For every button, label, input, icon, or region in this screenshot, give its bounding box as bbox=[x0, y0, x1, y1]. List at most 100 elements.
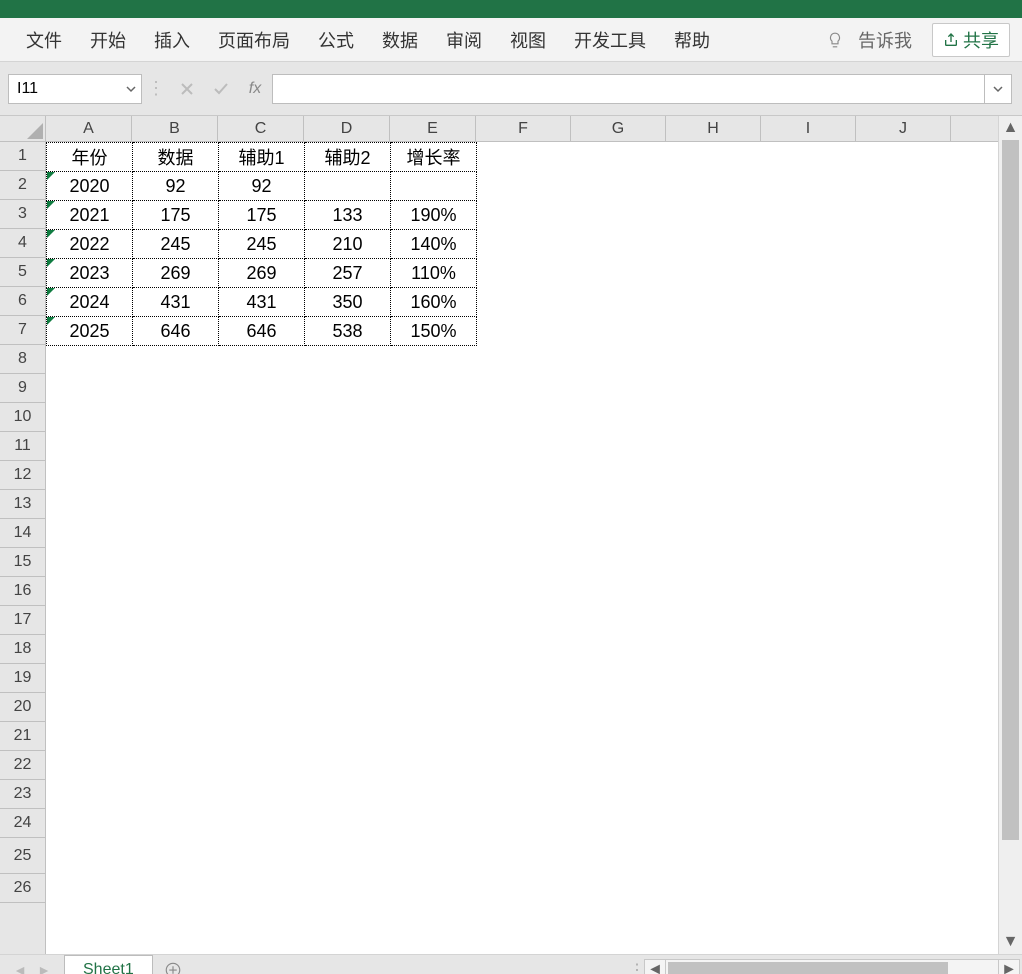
cell[interactable]: 增长率 bbox=[391, 143, 477, 172]
col-header-D[interactable]: D bbox=[304, 116, 390, 141]
cell[interactable]: 175 bbox=[219, 201, 305, 230]
tab-review[interactable]: 审阅 bbox=[432, 18, 496, 62]
cell[interactable]: 150% bbox=[391, 317, 477, 346]
cell[interactable] bbox=[391, 172, 477, 201]
col-header-A[interactable]: A bbox=[46, 116, 132, 141]
hscroll-track[interactable] bbox=[666, 959, 998, 974]
col-header-H[interactable]: H bbox=[666, 116, 761, 141]
col-header-J[interactable]: J bbox=[856, 116, 951, 141]
sheet-tab-active[interactable]: Sheet1 bbox=[64, 955, 153, 974]
scroll-up-button[interactable]: ▲ bbox=[999, 116, 1022, 140]
cell[interactable]: 2024 bbox=[47, 288, 133, 317]
row-header[interactable]: 22 bbox=[0, 751, 45, 780]
row-header[interactable]: 2 bbox=[0, 171, 45, 200]
accept-formula-button[interactable] bbox=[204, 74, 238, 104]
cell[interactable]: 269 bbox=[219, 259, 305, 288]
cell[interactable]: 2020 bbox=[47, 172, 133, 201]
col-header-E[interactable]: E bbox=[390, 116, 476, 141]
row-header[interactable]: 14 bbox=[0, 519, 45, 548]
cells[interactable]: 年份 数据 辅助1 辅助2 增长率 2020 92 92 2021 175 17… bbox=[46, 142, 998, 954]
cell[interactable]: 245 bbox=[219, 230, 305, 259]
vscroll-track[interactable] bbox=[999, 140, 1022, 930]
tab-view[interactable]: 视图 bbox=[496, 18, 560, 62]
fx-label[interactable]: fx bbox=[238, 80, 272, 98]
share-button[interactable]: 共享 bbox=[932, 23, 1010, 57]
scroll-left-button[interactable]: ◄ bbox=[644, 959, 666, 974]
cell[interactable]: 350 bbox=[305, 288, 391, 317]
cell[interactable]: 431 bbox=[219, 288, 305, 317]
cell[interactable]: 2025 bbox=[47, 317, 133, 346]
col-header-B[interactable]: B bbox=[132, 116, 218, 141]
row-header[interactable]: 23 bbox=[0, 780, 45, 809]
cell[interactable]: 2023 bbox=[47, 259, 133, 288]
vertical-scrollbar[interactable]: ▲ ▼ bbox=[998, 116, 1022, 954]
row-header[interactable]: 21 bbox=[0, 722, 45, 751]
col-header-C[interactable]: C bbox=[218, 116, 304, 141]
row-header[interactable]: 6 bbox=[0, 287, 45, 316]
hscroll-split[interactable]: ⋮ bbox=[632, 955, 642, 974]
tab-file[interactable]: 文件 bbox=[12, 18, 76, 62]
tab-page-layout[interactable]: 页面布局 bbox=[204, 18, 304, 62]
row-header[interactable]: 9 bbox=[0, 374, 45, 403]
name-box-dropdown[interactable] bbox=[121, 84, 141, 94]
cell[interactable]: 160% bbox=[391, 288, 477, 317]
cell[interactable]: 210 bbox=[305, 230, 391, 259]
cell[interactable]: 257 bbox=[305, 259, 391, 288]
cell[interactable]: 辅助1 bbox=[219, 143, 305, 172]
cell[interactable]: 92 bbox=[219, 172, 305, 201]
tab-help[interactable]: 帮助 bbox=[660, 18, 724, 62]
formula-expand-button[interactable] bbox=[984, 74, 1012, 104]
row-header[interactable]: 11 bbox=[0, 432, 45, 461]
cell[interactable]: 646 bbox=[133, 317, 219, 346]
name-box[interactable] bbox=[9, 75, 121, 103]
cell[interactable]: 245 bbox=[133, 230, 219, 259]
hscroll-thumb[interactable] bbox=[668, 962, 948, 974]
select-all-corner[interactable] bbox=[0, 116, 46, 142]
tab-formulas[interactable]: 公式 bbox=[304, 18, 368, 62]
cell[interactable]: 110% bbox=[391, 259, 477, 288]
grid-main[interactable]: A B C D E F G H I J 1 2 3 4 5 6 7 8 9 10… bbox=[0, 116, 998, 954]
row-header[interactable]: 3 bbox=[0, 200, 45, 229]
scroll-down-button[interactable]: ▼ bbox=[999, 930, 1022, 954]
col-header-F[interactable]: F bbox=[476, 116, 571, 141]
col-header-I[interactable]: I bbox=[761, 116, 856, 141]
cell[interactable]: 辅助2 bbox=[305, 143, 391, 172]
row-header[interactable]: 15 bbox=[0, 548, 45, 577]
cell[interactable]: 2021 bbox=[47, 201, 133, 230]
cell[interactable]: 538 bbox=[305, 317, 391, 346]
tab-home[interactable]: 开始 bbox=[76, 18, 140, 62]
cell[interactable]: 年份 bbox=[47, 143, 133, 172]
tab-developer[interactable]: 开发工具 bbox=[560, 18, 660, 62]
cell[interactable]: 92 bbox=[133, 172, 219, 201]
formula-input[interactable] bbox=[272, 74, 984, 104]
row-header[interactable]: 26 bbox=[0, 874, 45, 903]
horizontal-scrollbar[interactable]: ◄ ► bbox=[642, 955, 1022, 974]
cell[interactable]: 190% bbox=[391, 201, 477, 230]
cell[interactable]: 269 bbox=[133, 259, 219, 288]
cell[interactable]: 数据 bbox=[133, 143, 219, 172]
row-header[interactable]: 4 bbox=[0, 229, 45, 258]
sheet-nav-next[interactable]: ► bbox=[32, 956, 56, 974]
cell[interactable]: 175 bbox=[133, 201, 219, 230]
cell[interactable]: 646 bbox=[219, 317, 305, 346]
tell-me-search[interactable]: 告诉我 bbox=[816, 27, 922, 53]
row-header[interactable]: 5 bbox=[0, 258, 45, 287]
row-header[interactable]: 7 bbox=[0, 316, 45, 345]
vscroll-thumb[interactable] bbox=[1002, 140, 1019, 840]
cell[interactable]: 2022 bbox=[47, 230, 133, 259]
row-header[interactable]: 17 bbox=[0, 606, 45, 635]
cell[interactable]: 140% bbox=[391, 230, 477, 259]
row-header[interactable]: 24 bbox=[0, 809, 45, 838]
row-header[interactable]: 16 bbox=[0, 577, 45, 606]
row-header[interactable]: 13 bbox=[0, 490, 45, 519]
row-header[interactable]: 19 bbox=[0, 664, 45, 693]
row-header[interactable]: 1 bbox=[0, 142, 45, 171]
cell[interactable]: 431 bbox=[133, 288, 219, 317]
row-header[interactable]: 12 bbox=[0, 461, 45, 490]
tab-insert[interactable]: 插入 bbox=[140, 18, 204, 62]
new-sheet-button[interactable] bbox=[153, 955, 193, 974]
cancel-formula-button[interactable] bbox=[170, 74, 204, 104]
row-header[interactable]: 18 bbox=[0, 635, 45, 664]
tab-data[interactable]: 数据 bbox=[368, 18, 432, 62]
row-header[interactable]: 8 bbox=[0, 345, 45, 374]
